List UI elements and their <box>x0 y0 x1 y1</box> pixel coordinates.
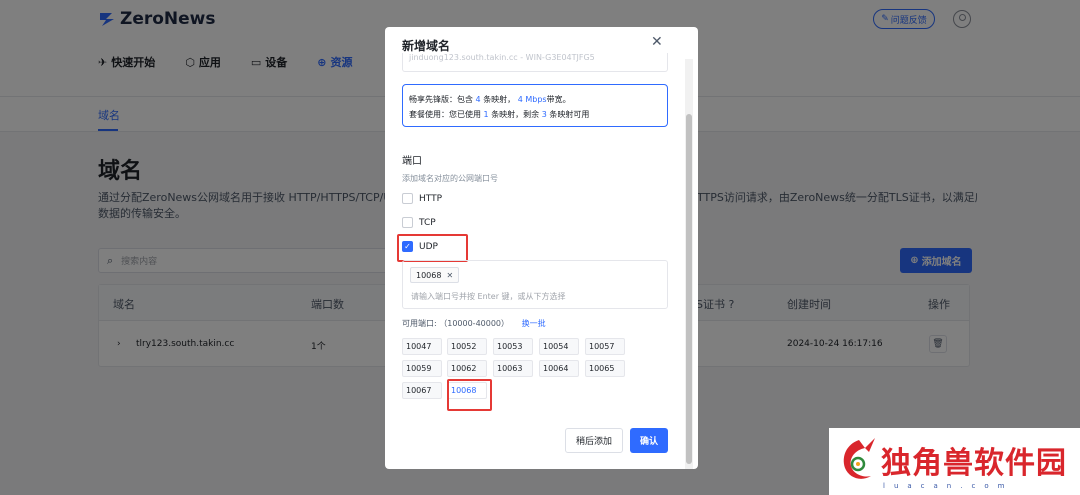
available-ports-label: 可用端口: （10000-40000） 换一批 <box>402 319 546 328</box>
port-chip[interactable]: 10059 <box>402 360 442 377</box>
plan-info-box: 畅享先锋版：包含 4 条映射， 4 Mbps带宽。 套餐使用：您已使用 1 条映… <box>402 84 668 127</box>
plan-line: 畅享先锋版：包含 4 条映射， 4 Mbps带宽。 <box>409 95 571 104</box>
device-field[interactable]: jinduong123.south.takin.cc - WIN-G3E04TJ… <box>402 53 668 72</box>
http-checkbox[interactable] <box>402 193 413 204</box>
selected-port-tag: 10068 ✕ <box>410 267 460 283</box>
remove-tag-icon[interactable]: ✕ <box>446 271 453 280</box>
usage-line: 套餐使用：您已使用 1 条映射，剩余 3 条映射可用 <box>409 110 590 119</box>
refresh-ports-link[interactable]: 换一批 <box>522 319 546 328</box>
watermark: 独角兽软件园 luacan.com <box>829 428 1080 495</box>
watermark-text: 独角兽软件园 <box>881 446 1067 481</box>
selected-port-highlight-box <box>447 379 492 411</box>
dialog-title: 新增域名 <box>402 39 451 53</box>
port-chip[interactable]: 10063 <box>493 360 533 377</box>
dialog-scrollbar[interactable] <box>685 59 693 469</box>
tcp-checkbox[interactable] <box>402 217 413 228</box>
port-input-placeholder: 请输入端口号并按 Enter 键，或从下方选择 <box>411 292 566 301</box>
protocol-http-option[interactable]: HTTP <box>402 193 442 204</box>
protocol-tcp-option[interactable]: TCP <box>402 217 436 228</box>
port-chip[interactable]: 10053 <box>493 338 533 355</box>
port-chip[interactable]: 10054 <box>539 338 579 355</box>
port-section-hint: 添加域名对应的公网端口号 <box>402 174 498 183</box>
tag-value: 10068 <box>416 270 442 280</box>
port-chip[interactable]: 10064 <box>539 360 579 377</box>
port-section-label: 端口 <box>402 156 422 167</box>
unicorn-logo-icon <box>843 438 875 479</box>
port-chip[interactable]: 10062 <box>447 360 487 377</box>
confirm-button[interactable]: 确认 <box>630 428 668 453</box>
add-domain-dialog: 新增域名 ✕ jinduong123.south.takin.cc - WIN-… <box>385 27 698 469</box>
protocol-label: HTTP <box>419 193 443 204</box>
watermark-url: luacan.com <box>883 482 1014 490</box>
add-later-button[interactable]: 稍后添加 <box>565 428 623 453</box>
close-icon[interactable]: ✕ <box>651 34 663 50</box>
port-tag-input[interactable]: 10068 ✕ 请输入端口号并按 Enter 键，或从下方选择 <box>402 260 668 309</box>
port-chip[interactable]: 10052 <box>447 338 487 355</box>
protocol-label: TCP <box>419 217 436 228</box>
scrollbar-thumb[interactable] <box>686 114 692 464</box>
port-chip[interactable]: 10057 <box>585 338 625 355</box>
port-chip[interactable]: 10067 <box>402 382 442 399</box>
port-chip[interactable]: 10047 <box>402 338 442 355</box>
port-chip[interactable]: 10065 <box>585 360 625 377</box>
udp-highlight-box <box>397 234 468 262</box>
